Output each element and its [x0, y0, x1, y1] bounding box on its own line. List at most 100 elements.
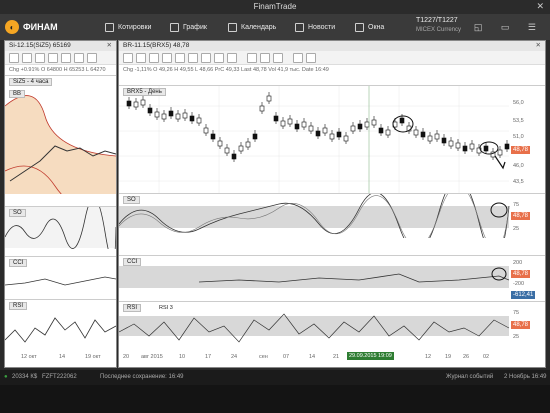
tool-icon[interactable]: [201, 53, 211, 63]
candle-body: [147, 107, 153, 114]
tool-icon[interactable]: [273, 53, 283, 63]
events-log-link[interactable]: Журнал событий: [446, 374, 493, 380]
tool-icon[interactable]: [306, 53, 316, 63]
windows-icon: [355, 22, 364, 32]
tool-icon[interactable]: [35, 53, 45, 63]
logo-mark-icon: ◐: [5, 20, 19, 34]
menu-calendar[interactable]: Календарь: [228, 14, 276, 40]
tool-icon[interactable]: [123, 53, 133, 63]
so-band: [119, 206, 509, 228]
price-axis-label: 56,0: [513, 100, 524, 106]
right-cci-pane[interactable]: CCI 200 48,78 -200 -612,41: [119, 255, 545, 301]
candle-body: [413, 129, 419, 136]
close-icon[interactable]: ✕: [536, 41, 541, 49]
candle-body: [448, 140, 454, 147]
right-so-svg: [118, 178, 510, 259]
account-id: T1227/T1227: [416, 17, 458, 24]
date-label: 21: [333, 354, 340, 360]
tool-icon[interactable]: [175, 53, 185, 63]
rsi-period-label: RSI 3: [159, 305, 173, 311]
right-cci-label: CCI: [123, 258, 142, 266]
left-main-label: SiZ5 - 4 часа: [9, 78, 53, 86]
candle-body: [175, 113, 181, 120]
chart-icon: [170, 22, 179, 32]
tool-icon[interactable]: [87, 53, 97, 63]
right-info-line: Chg -1,11% O 49,26 H 49,55 L 48,66 PrC 4…: [123, 67, 329, 73]
bb-band: [5, 95, 116, 194]
rsi-axis-label: 25: [513, 334, 520, 340]
account-selector[interactable]: T1227/T1227 MICEX Currency: [416, 16, 461, 35]
finam-logo: ◐ ФИНАМ: [5, 18, 58, 36]
candle-body: [168, 110, 174, 117]
left-so-label: SO: [9, 209, 26, 217]
left-date-label: 19 окт: [85, 354, 101, 360]
menu-quotes[interactable]: Котировки: [105, 14, 151, 40]
tool-icon[interactable]: [74, 53, 84, 63]
left-panel-title: Si-12.15(SiZ5) 65169 ✕: [5, 41, 116, 51]
price-axis-label: 53,5: [513, 118, 524, 124]
left-cci-label: CCI: [9, 259, 28, 267]
cci-band: [119, 266, 509, 288]
candle-body: [315, 130, 321, 137]
right-rsi-svg: [118, 313, 510, 343]
last-price-tag: 48,78: [511, 146, 531, 154]
candle-body: [504, 143, 510, 150]
date-label: 02: [483, 354, 490, 360]
candle-body: [189, 115, 195, 122]
candle-body: [399, 117, 405, 124]
candle-body: [203, 127, 209, 134]
date-label: 12: [425, 354, 432, 360]
cci-axis-label: -200: [513, 281, 525, 287]
tool-icon[interactable]: [149, 53, 159, 63]
candle-body: [294, 123, 300, 130]
left-so-pane[interactable]: SO: [4, 197, 117, 262]
date-axis: 20 авг 2015 10 17 24 сен 07 14 21 29.09.…: [119, 352, 545, 366]
date-label: 20: [123, 354, 130, 360]
connection-dot-icon: ●: [4, 374, 8, 380]
candle-body: [497, 149, 503, 156]
candle-body: [161, 113, 167, 120]
right-price-pane[interactable]: BRX5 - День 56,0 53,5 51,0 48,78 46,0 43…: [119, 85, 545, 194]
left-price-pane[interactable]: SiZ5 - 4 часа BB: [4, 75, 117, 217]
candle-body: [154, 111, 160, 118]
tool-icon[interactable]: [293, 53, 303, 63]
so-value-tag: 48,78: [511, 212, 531, 220]
candle-body: [350, 125, 356, 132]
candle-body: [483, 145, 489, 152]
candle-body: [308, 125, 314, 132]
tool-icon[interactable]: [188, 53, 198, 63]
tool-icon[interactable]: [227, 53, 237, 63]
tool-icon[interactable]: [214, 53, 224, 63]
menu-windows[interactable]: Окна: [355, 14, 384, 40]
window-controls[interactable]: ◱ ▭ ☰: [474, 22, 544, 33]
cci-line: [4, 276, 117, 286]
candle-body: [385, 129, 391, 136]
date-label: 07: [283, 354, 290, 360]
cci-axis-label: 200: [513, 260, 523, 266]
menu-news[interactable]: Новости: [295, 14, 335, 40]
candle-body: [196, 117, 202, 124]
tool-icon[interactable]: [48, 53, 58, 63]
right-rsi-pane[interactable]: RSI RSI 3 75 48,78 25: [118, 301, 545, 349]
date-label: авг 2015: [141, 354, 163, 360]
left-cci-pane[interactable]: CCI: [4, 256, 117, 298]
tool-icon[interactable]: [9, 53, 19, 63]
right-so-pane[interactable]: SO 75 48,78 25: [118, 178, 545, 259]
candle-body: [238, 145, 244, 152]
tool-icon[interactable]: [22, 53, 32, 63]
tool-icon[interactable]: [162, 53, 172, 63]
rsi-value-tag: 48,78: [511, 321, 531, 329]
close-icon[interactable]: ✕: [107, 41, 112, 49]
close-window-icon[interactable]: ✕: [536, 1, 544, 12]
left-rsi-label: RSI: [9, 302, 28, 310]
tool-icon[interactable]: [260, 53, 270, 63]
tool-icon[interactable]: [136, 53, 146, 63]
price-axis-label: 43,5: [513, 179, 524, 185]
left-rsi-pane[interactable]: RSI: [4, 299, 117, 354]
title-bar: FinamTrade ✕: [0, 0, 550, 14]
tool-icon[interactable]: [61, 53, 71, 63]
tool-icon[interactable]: [247, 53, 257, 63]
candle-body: [322, 127, 328, 134]
window-title: FinamTrade: [253, 2, 297, 11]
menu-chart[interactable]: График: [170, 14, 207, 40]
